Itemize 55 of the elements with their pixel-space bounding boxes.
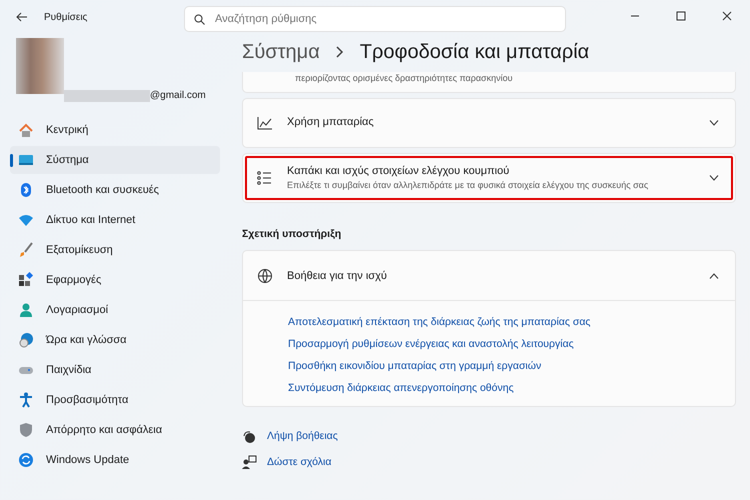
- setting-title: Χρήση μπαταρίας: [287, 115, 375, 130]
- brush-icon: [18, 242, 34, 258]
- chevron-down-icon: [709, 174, 719, 180]
- feedback-icon: [242, 455, 257, 470]
- chevron-down-icon: [709, 120, 719, 126]
- maximize-icon: [676, 11, 686, 21]
- setting-description: περιορίζοντας ορισμένες δραστηριότητες παρασκηνίου: [295, 72, 514, 85]
- bluetooth-icon: [18, 182, 34, 198]
- sidebar-item[interactable]: Ώρα και γλώσσα: [10, 326, 220, 354]
- home-icon: [18, 122, 34, 138]
- help-card-header[interactable]: Βοήθεια για την ισχύ: [243, 251, 735, 302]
- footer-link[interactable]: Λήψη βοήθειας: [267, 429, 338, 445]
- sidebar-item[interactable]: Εφαρμογές: [10, 266, 220, 294]
- account-email: @gmail.com: [150, 89, 206, 103]
- help-link[interactable]: Προσαρμογή ρυθμίσεων ενέργειας και αναστολής λειτουργίας: [288, 337, 574, 353]
- sidebar-item[interactable]: Απόρρητο και ασφάλεια: [10, 416, 220, 444]
- apps-icon: [18, 272, 34, 288]
- help-link[interactable]: Προσθήκη εικονιδίου μπαταρίας στη γραμμή εργασιών: [288, 358, 542, 374]
- globe-clock-icon: [18, 332, 34, 348]
- shield-icon: [18, 422, 34, 438]
- section-heading: Σχετική υποστήριξη: [242, 226, 342, 242]
- avatar-placeholder: [16, 38, 64, 94]
- settings-card[interactable]: Καπάκι και ισχύς στοιχείων ελέγχου κουμπιού Επιλέξτε τι συμβαίνει όταν αλληλεπιδράτε με τα φυσικά στοιχεία ελέγχου της συσκευής σας: [242, 152, 736, 202]
- back-icon: [16, 10, 28, 23]
- list-icon: [257, 170, 273, 184]
- help-link[interactable]: Συντόμευση διάρκειας απενεργοποίησης οθόνης: [288, 380, 514, 396]
- sync-icon: [18, 452, 34, 468]
- help-link[interactable]: Αποτελεσματική επέκταση της διάρκειας ζωής της μπαταρίας σας: [288, 315, 590, 331]
- sidebar-item[interactable]: Σύστημα: [10, 146, 220, 174]
- sidebar-item[interactable]: Δίκτυο και Internet: [10, 206, 220, 234]
- globe-search-icon: [257, 268, 273, 284]
- sidebar-item[interactable]: Bluetooth και συσκευές: [10, 176, 220, 204]
- search-field[interactable]: Αναζήτηση ρύθμισης: [184, 6, 566, 32]
- settings-card[interactable]: Χρήση μπαταρίας: [242, 98, 736, 148]
- chevron-right-icon: [336, 46, 344, 58]
- sidebar-item[interactable]: Windows Update: [10, 446, 220, 474]
- monitor-icon: [18, 152, 34, 168]
- help-title: Βοήθεια για την ισχύ: [287, 268, 388, 284]
- page-title: Τροφοδοσία και μπαταρία: [360, 40, 590, 65]
- sidebar-item[interactable]: Λογαριασμοί: [10, 296, 220, 324]
- setting-title: Καπάκι και ισχύς στοιχείων ελέγχου κουμπιού: [287, 164, 510, 178]
- line-chart-icon: [257, 116, 273, 130]
- sidebar-item[interactable]: Εξατομίκευση: [10, 236, 220, 264]
- sidebar-item[interactable]: Κεντρική: [10, 116, 220, 144]
- wifi-icon: [18, 212, 34, 228]
- window-title: Ρυθμίσεις: [44, 10, 88, 24]
- setting-description: Επιλέξτε τι συμβαίνει όταν αλληλεπιδράτε με τα φυσικά στοιχεία ελέγχου της συσκευής σας: [287, 179, 650, 192]
- breadcrumb-link[interactable]: Σύστημα: [242, 37, 320, 67]
- person-icon: [18, 302, 34, 318]
- sidebar-item[interactable]: Προσβασιμότητα: [10, 386, 220, 414]
- help-chat-icon: [242, 430, 257, 445]
- accessibility-icon: [18, 392, 34, 408]
- footer-link[interactable]: Δώστε σχόλια: [267, 455, 332, 471]
- close-icon: [722, 11, 732, 21]
- sidebar-item[interactable]: Παιχνίδια: [10, 356, 220, 384]
